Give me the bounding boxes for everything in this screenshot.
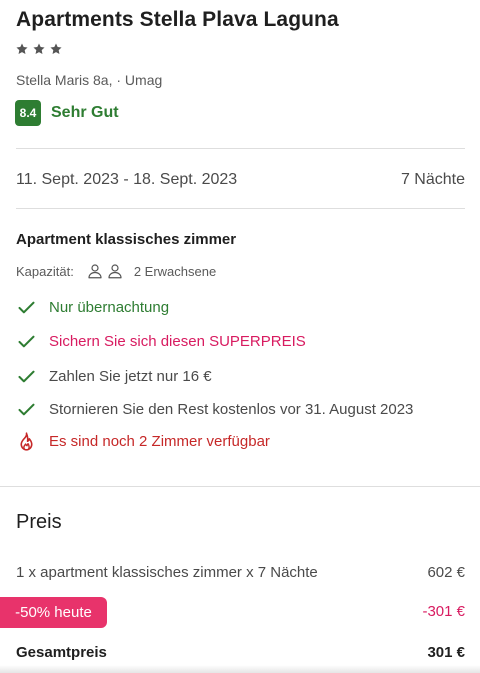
price-heading: Preis [16,511,62,533]
check-icon [16,399,37,420]
total-price-amount: 301 € [427,644,465,661]
feature-text: Stornieren Sie den Rest kostenlos vor 31… [49,401,414,418]
discount-badge: -50% heute [0,597,107,628]
total-price-label: Gesamtpreis [16,644,107,661]
divider [16,148,465,149]
flame-icon [16,431,37,452]
feature-text: Sichern Sie sich diesen SUPERPREIS [49,333,306,350]
check-icon [16,297,37,318]
price-line-amount: 602 € [427,564,465,581]
stay-dates: 11. Sept. 2023 - 18. Sept. 2023 [16,171,238,188]
divider [16,208,465,209]
bottom-shadow [0,665,480,673]
capacity-label: Kapazität: [16,263,74,279]
feature-item: Nur übernachtung [16,297,169,318]
check-icon [16,366,37,387]
hotel-address: Stella Maris 8a, · Umag [16,72,163,88]
star-icon [32,42,46,56]
star-rating [15,42,63,56]
capacity-value: 2 Erwachsene [133,263,217,279]
feature-item: Stornieren Sie den Rest kostenlos vor 31… [16,399,413,420]
hotel-title: Apartments Stella Plava Laguna [16,8,339,31]
feature-text: Nur übernachtung [49,299,170,316]
feature-item: Zahlen Sie jetzt nur 16 € [16,366,212,387]
person-icon [88,264,102,279]
rating-label: Sehr Gut [51,104,119,121]
room-title: Apartment klassisches zimmer [16,231,237,248]
divider [0,486,480,487]
feature-text: Es sind noch 2 Zimmer verfügbar [49,433,270,450]
discount-amount: -301 € [422,603,465,620]
price-line-description: 1 x apartment klassisches zimmer x 7 Näc… [16,564,318,581]
person-icon [108,264,122,279]
feature-item: Sichern Sie sich diesen SUPERPREIS [16,331,306,352]
check-icon [16,331,37,352]
star-icon [15,42,29,56]
room-capacity: Kapazität: 2 Erwachsene [16,262,216,280]
rating-score-badge: 8.4 [15,100,41,126]
feature-text: Zahlen Sie jetzt nur 16 € [49,368,212,385]
feature-item: Es sind noch 2 Zimmer verfügbar [16,431,270,452]
stay-nights: 7 Nächte [400,171,465,188]
star-icon [49,42,63,56]
people-icon-group [86,262,124,280]
review-rating: 8.4 Sehr Gut [15,100,119,126]
